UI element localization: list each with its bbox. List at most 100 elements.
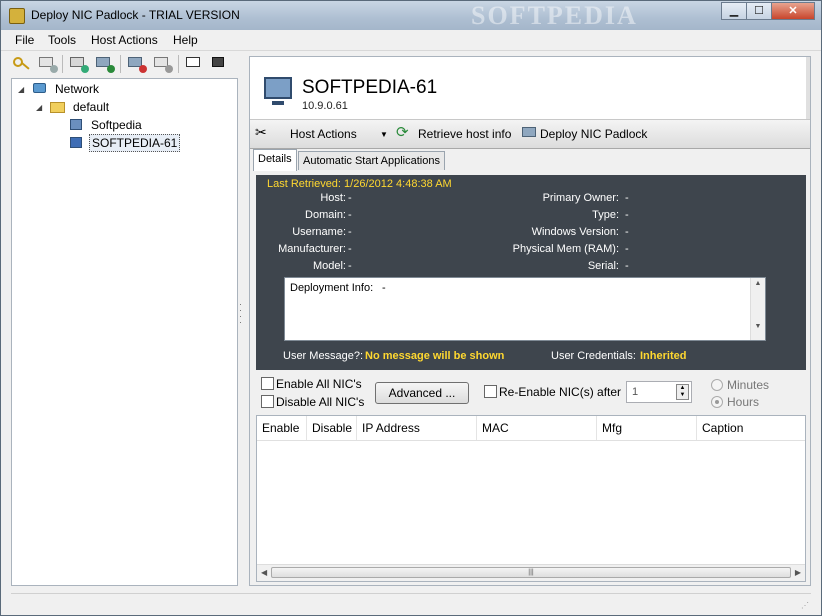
table-header: Enable Disable IP Address MAC Mfg Captio… [257,416,805,441]
column-header-mfg[interactable]: Mfg [597,416,697,440]
softpedia-watermark: SOFTPEDIA [471,1,638,30]
refresh-icon: ⟳ [396,124,409,141]
host-detail-panel: SOFTPEDIA-61 10.9.0.61 ✂ Host Actions ▼ … [249,56,811,586]
tree-node-host-selected[interactable]: SOFTPEDIA-61 [68,134,181,152]
console-icon[interactable] [185,55,205,73]
field-value: - [348,260,352,272]
disable-all-label: Disable All NIC's [276,395,365,409]
panel-splitter[interactable]: · · · · [239,300,243,333]
edit-icon[interactable] [153,55,173,73]
last-retrieved-value: 1/26/2012 4:48:38 AM [344,178,452,190]
field-label: Manufacturer: [278,243,346,255]
menu-host-actions[interactable]: Host Actions [91,33,158,47]
maximize-button[interactable]: ☐ [746,2,772,20]
computer-icon [68,118,84,132]
remove-icon[interactable] [127,55,147,73]
host-ip: 10.9.0.61 [302,100,348,112]
host-tree[interactable]: ◢ Network ◢ default Softpedia SOFTPEDIA-… [11,78,238,586]
field-label: Type: [592,209,619,221]
tab-details[interactable]: Details [253,149,297,171]
app-window: Deploy NIC Padlock - TRIAL VERSION SOFTP… [0,0,822,616]
binoculars-icon[interactable] [211,55,231,73]
deployment-scrollbar[interactable]: ▲ ▼ [750,278,765,340]
column-header-caption[interactable]: Caption [697,416,805,440]
collapse-arrow-icon[interactable]: ◢ [18,85,26,94]
advanced-button[interactable]: Advanced ... [375,382,469,404]
field-value: - [625,260,629,272]
scroll-thumb[interactable]: ||| [271,567,791,578]
menu-bar: File Tools Host Actions Help [1,30,821,51]
minimize-button[interactable]: ▁ [721,2,747,20]
stepper-arrows-icon[interactable]: ▲ ▼ [676,384,689,400]
dropdown-arrow-icon[interactable]: ▼ [380,130,388,139]
disable-all-checkbox[interactable] [261,395,274,408]
scroll-right-icon[interactable]: ▶ [795,568,801,577]
field-label: Username: [292,226,346,238]
host-actions-button[interactable]: Host Actions [290,127,357,141]
folder-icon [50,100,66,114]
header-scrollbar[interactable] [806,57,810,119]
collapse-arrow-icon[interactable]: ◢ [36,103,44,112]
window-controls: ▁ ☐ ✕ [721,2,815,20]
enable-all-checkbox[interactable] [261,377,274,390]
menu-file[interactable]: File [15,33,34,47]
field-label: Model: [312,260,346,272]
add-folder-icon[interactable] [69,55,89,73]
menu-tools[interactable]: Tools [48,33,76,47]
field-value: - [625,243,629,255]
user-credentials-value: Inherited [640,350,687,362]
tree-label: Softpedia [91,118,142,132]
field-label: Windows Version: [531,226,619,238]
nic-table[interactable]: Enable Disable IP Address MAC Mfg Captio… [256,415,806,582]
reenable-checkbox[interactable] [484,385,497,398]
computer-icon [264,77,292,105]
stepper-value: 1 [632,386,639,398]
add-network-icon[interactable] [95,55,115,73]
deployment-info-label: Deployment Info: [290,282,374,294]
field-label: Primary Owner: [542,192,619,204]
field-value: - [625,192,629,204]
field-label: Physical Mem (RAM): [512,243,619,255]
field-value: - [348,192,352,204]
scroll-left-icon[interactable]: ◀ [261,568,267,577]
deployment-info-value: - [382,282,386,294]
user-message-value: No message will be shown [365,350,505,362]
deployment-info-box[interactable]: Deployment Info: - ▲ ▼ [284,277,766,341]
computer-icon [68,136,84,150]
tree-node-default[interactable]: ◢ default [36,99,111,115]
field-value: - [348,209,352,221]
window-title: Deploy NIC Padlock - TRIAL VERSION [31,8,240,22]
column-header-mac[interactable]: MAC [477,416,597,440]
close-button[interactable]: ✕ [771,2,815,20]
tree-node-network[interactable]: ◢ Network [18,81,101,97]
tree-label: default [73,100,110,114]
field-label: Host: [320,192,346,204]
menu-help[interactable]: Help [173,33,198,47]
column-header-enable[interactable]: Enable [257,416,307,440]
add-host-icon[interactable] [38,55,58,73]
tab-automatic-start-applications[interactable]: Automatic Start Applications [298,151,445,170]
retrieve-host-info-button[interactable]: Retrieve host info [418,127,511,141]
user-message-label: User Message?: [283,350,364,362]
status-bar: ⋰ [11,593,811,612]
deploy-nic-padlock-button[interactable]: Deploy NIC Padlock [540,127,647,141]
field-label: Domain: [305,209,346,221]
hours-radio[interactable] [711,396,723,408]
reenable-stepper[interactable]: 1 ▲ ▼ [626,381,692,403]
column-header-disable[interactable]: Disable [307,416,357,440]
minutes-radio[interactable] [711,379,723,391]
toolbar-separator [120,55,121,73]
field-label: Serial: [587,260,619,272]
field-value: - [625,209,629,221]
table-horizontal-scrollbar[interactable]: ◀ ||| ▶ [257,564,805,581]
tree-node-host[interactable]: Softpedia [68,117,144,133]
padlock-icon [9,8,25,24]
key-icon[interactable] [11,55,31,73]
toolbar [1,51,238,77]
host-name: SOFTPEDIA-61 [302,77,438,98]
title-bar[interactable]: Deploy NIC Padlock - TRIAL VERSION SOFTP… [1,1,821,30]
enable-all-label: Enable All NIC's [276,377,362,391]
column-header-ip-address[interactable]: IP Address [357,416,477,440]
tree-label: Network [55,82,100,96]
resize-grip-icon[interactable]: ⋰ [801,601,809,610]
